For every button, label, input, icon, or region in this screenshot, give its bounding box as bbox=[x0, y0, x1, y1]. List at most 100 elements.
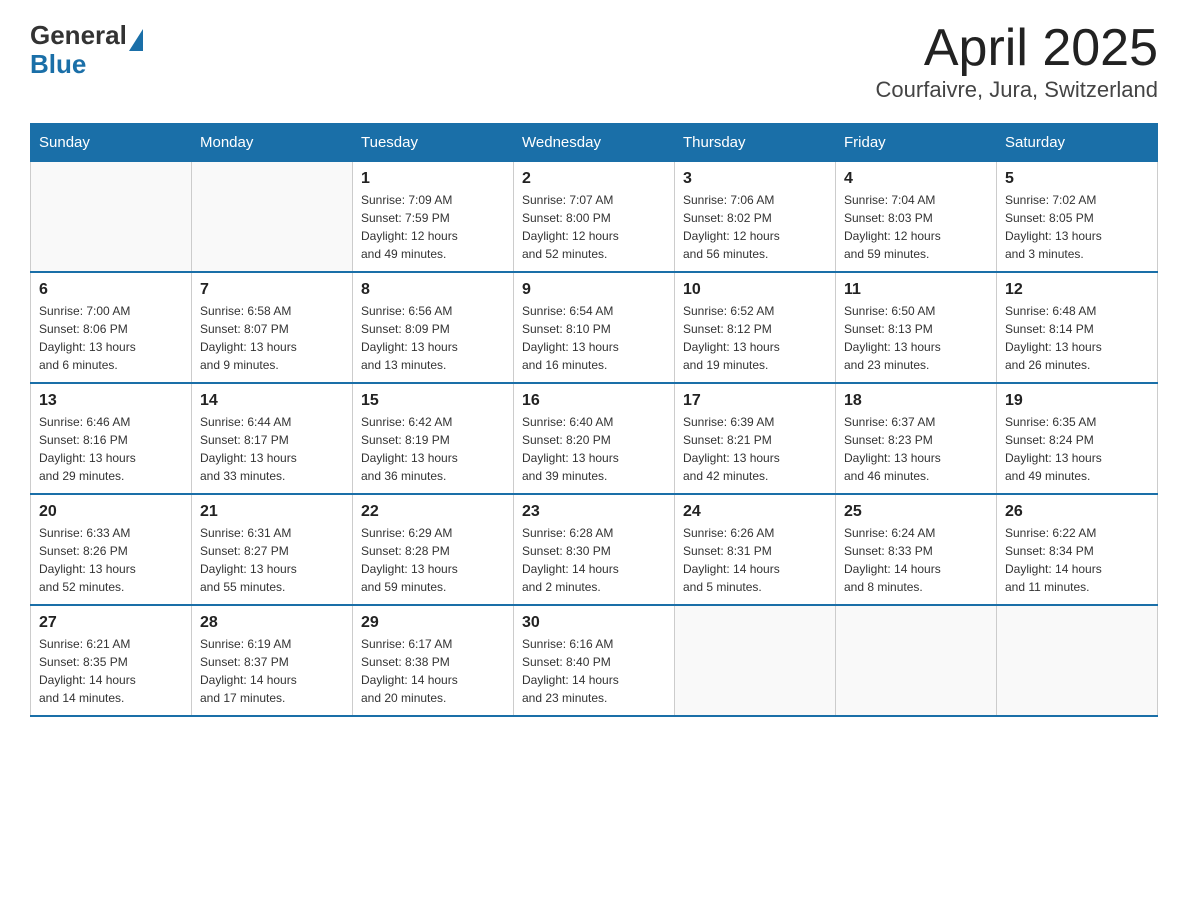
calendar-cell: 25Sunrise: 6:24 AM Sunset: 8:33 PM Dayli… bbox=[836, 494, 997, 605]
logo: General Blue bbox=[30, 20, 143, 77]
day-info: Sunrise: 6:52 AM Sunset: 8:12 PM Dayligh… bbox=[683, 302, 827, 374]
day-info: Sunrise: 6:39 AM Sunset: 8:21 PM Dayligh… bbox=[683, 413, 827, 485]
calendar-cell: 24 Sunrise: 6:26 AM Sunset: 8:31 PM Dayli… bbox=[675, 494, 836, 605]
day-info: Sunrise: 6:24 AM Sunset: 8:33 PM Dayligh… bbox=[844, 524, 988, 596]
logo-blue-text: Blue bbox=[30, 51, 143, 77]
day-number: 12 bbox=[1005, 281, 1149, 299]
calendar-cell: 23 Sunrise: 6:28 AM Sunset: 8:30 PM Dayli… bbox=[514, 494, 675, 605]
day-info: Sunrise: 7:02 AM Sunset: 8:05 PM Dayligh… bbox=[1005, 191, 1149, 263]
calendar-cell: 3 Sunrise: 7:06 AM Sunset: 8:02 PM Daylig… bbox=[675, 162, 836, 273]
day-number: 23 bbox=[522, 503, 666, 521]
day-number: 24 bbox=[683, 503, 827, 521]
day-number: 11 bbox=[844, 281, 988, 299]
day-info: Sunrise: 6:21 AM Sunset: 8:35 PM Dayligh… bbox=[39, 635, 183, 707]
calendar-cell: 15Sunrise: 6:42 AM Sunset: 8:19 PM Dayli… bbox=[353, 383, 514, 494]
day-number: 2 bbox=[522, 170, 666, 188]
day-number: 9 bbox=[522, 281, 666, 299]
day-number: 28 bbox=[200, 614, 344, 632]
day-number: 19 bbox=[1005, 392, 1149, 410]
calendar-cell: 4 Sunrise: 7:04 AM Sunset: 8:03 PM Daylig… bbox=[836, 162, 997, 273]
calendar-day-header: Wednesday bbox=[514, 124, 675, 162]
day-info: Sunrise: 6:26 AM Sunset: 8:31 PM Dayligh… bbox=[683, 524, 827, 596]
day-number: 5 bbox=[1005, 170, 1149, 188]
calendar-cell: 30 Sunrise: 6:16 AM Sunset: 8:40 PM Dayli… bbox=[514, 605, 675, 716]
calendar-cell: 12 Sunrise: 6:48 AM Sunset: 8:14 PM Dayli… bbox=[997, 272, 1158, 383]
calendar-day-header: Friday bbox=[836, 124, 997, 162]
calendar-cell: 21 Sunrise: 6:31 AM Sunset: 8:27 PM Dayli… bbox=[192, 494, 353, 605]
day-info: Sunrise: 7:09 AM Sunset: 7:59 PM Dayligh… bbox=[361, 191, 505, 263]
day-info: Sunrise: 6:31 AM Sunset: 8:27 PM Dayligh… bbox=[200, 524, 344, 596]
calendar-cell: 29Sunrise: 6:17 AM Sunset: 8:38 PM Dayli… bbox=[353, 605, 514, 716]
calendar-day-header: Sunday bbox=[31, 124, 192, 162]
calendar-day-header: Saturday bbox=[997, 124, 1158, 162]
calendar-header-row: SundayMondayTuesdayWednesdayThursdayFrid… bbox=[31, 124, 1158, 162]
calendar-cell: 19 Sunrise: 6:35 AM Sunset: 8:24 PM Dayli… bbox=[997, 383, 1158, 494]
calendar-cell: 5 Sunrise: 7:02 AM Sunset: 8:05 PM Daylig… bbox=[997, 162, 1158, 273]
day-number: 13 bbox=[39, 392, 183, 410]
day-info: Sunrise: 6:22 AM Sunset: 8:34 PM Dayligh… bbox=[1005, 524, 1149, 596]
day-number: 22 bbox=[361, 503, 505, 521]
page-header: General Blue April 2025 Courfaivre, Jura… bbox=[30, 20, 1158, 103]
day-info: Sunrise: 7:04 AM Sunset: 8:03 PM Dayligh… bbox=[844, 191, 988, 263]
calendar-cell bbox=[31, 162, 192, 273]
calendar-cell: 13 Sunrise: 6:46 AM Sunset: 8:16 PM Dayli… bbox=[31, 383, 192, 494]
day-info: Sunrise: 6:42 AM Sunset: 8:19 PM Dayligh… bbox=[361, 413, 505, 485]
day-number: 30 bbox=[522, 614, 666, 632]
calendar-cell bbox=[836, 605, 997, 716]
calendar-cell: 7 Sunrise: 6:58 AM Sunset: 8:07 PM Daylig… bbox=[192, 272, 353, 383]
day-number: 14 bbox=[200, 392, 344, 410]
day-number: 3 bbox=[683, 170, 827, 188]
calendar-day-header: Thursday bbox=[675, 124, 836, 162]
calendar-day-header: Tuesday bbox=[353, 124, 514, 162]
day-info: Sunrise: 6:56 AM Sunset: 8:09 PM Dayligh… bbox=[361, 302, 505, 374]
day-info: Sunrise: 6:19 AM Sunset: 8:37 PM Dayligh… bbox=[200, 635, 344, 707]
calendar-cell: 10 Sunrise: 6:52 AM Sunset: 8:12 PM Dayli… bbox=[675, 272, 836, 383]
calendar-cell: 6 Sunrise: 7:00 AM Sunset: 8:06 PM Daylig… bbox=[31, 272, 192, 383]
day-number: 20 bbox=[39, 503, 183, 521]
calendar-cell: 2 Sunrise: 7:07 AM Sunset: 8:00 PM Daylig… bbox=[514, 162, 675, 273]
calendar-cell: 17Sunrise: 6:39 AM Sunset: 8:21 PM Dayli… bbox=[675, 383, 836, 494]
calendar-cell bbox=[675, 605, 836, 716]
day-info: Sunrise: 6:16 AM Sunset: 8:40 PM Dayligh… bbox=[522, 635, 666, 707]
day-number: 26 bbox=[1005, 503, 1149, 521]
day-number: 4 bbox=[844, 170, 988, 188]
logo-triangle-icon bbox=[129, 29, 143, 51]
calendar-week-row: 20Sunrise: 6:33 AM Sunset: 8:26 PM Dayli… bbox=[31, 494, 1158, 605]
calendar-cell: 18 Sunrise: 6:37 AM Sunset: 8:23 PM Dayli… bbox=[836, 383, 997, 494]
page-title: April 2025 bbox=[876, 20, 1158, 77]
day-info: Sunrise: 6:50 AM Sunset: 8:13 PM Dayligh… bbox=[844, 302, 988, 374]
calendar-cell: 28 Sunrise: 6:19 AM Sunset: 8:37 PM Dayli… bbox=[192, 605, 353, 716]
day-number: 27 bbox=[39, 614, 183, 632]
logo-general-text: General bbox=[30, 20, 127, 51]
calendar-week-row: 6 Sunrise: 7:00 AM Sunset: 8:06 PM Daylig… bbox=[31, 272, 1158, 383]
calendar-table: SundayMondayTuesdayWednesdayThursdayFrid… bbox=[30, 123, 1158, 717]
day-number: 1 bbox=[361, 170, 505, 188]
day-info: Sunrise: 6:28 AM Sunset: 8:30 PM Dayligh… bbox=[522, 524, 666, 596]
calendar-week-row: 1 Sunrise: 7:09 AM Sunset: 7:59 PM Daylig… bbox=[31, 162, 1158, 273]
calendar-cell: 9 Sunrise: 6:54 AM Sunset: 8:10 PM Daylig… bbox=[514, 272, 675, 383]
day-number: 10 bbox=[683, 281, 827, 299]
day-number: 7 bbox=[200, 281, 344, 299]
day-info: Sunrise: 7:00 AM Sunset: 8:06 PM Dayligh… bbox=[39, 302, 183, 374]
day-info: Sunrise: 7:06 AM Sunset: 8:02 PM Dayligh… bbox=[683, 191, 827, 263]
day-info: Sunrise: 7:07 AM Sunset: 8:00 PM Dayligh… bbox=[522, 191, 666, 263]
calendar-cell: 27 Sunrise: 6:21 AM Sunset: 8:35 PM Dayli… bbox=[31, 605, 192, 716]
calendar-cell: 26 Sunrise: 6:22 AM Sunset: 8:34 PM Dayli… bbox=[997, 494, 1158, 605]
day-info: Sunrise: 6:48 AM Sunset: 8:14 PM Dayligh… bbox=[1005, 302, 1149, 374]
calendar-cell bbox=[997, 605, 1158, 716]
calendar-cell: 8Sunrise: 6:56 AM Sunset: 8:09 PM Daylig… bbox=[353, 272, 514, 383]
day-info: Sunrise: 6:35 AM Sunset: 8:24 PM Dayligh… bbox=[1005, 413, 1149, 485]
page-subtitle: Courfaivre, Jura, Switzerland bbox=[876, 77, 1158, 103]
day-info: Sunrise: 6:54 AM Sunset: 8:10 PM Dayligh… bbox=[522, 302, 666, 374]
day-info: Sunrise: 6:44 AM Sunset: 8:17 PM Dayligh… bbox=[200, 413, 344, 485]
day-info: Sunrise: 6:58 AM Sunset: 8:07 PM Dayligh… bbox=[200, 302, 344, 374]
day-info: Sunrise: 6:37 AM Sunset: 8:23 PM Dayligh… bbox=[844, 413, 988, 485]
calendar-cell: 20Sunrise: 6:33 AM Sunset: 8:26 PM Dayli… bbox=[31, 494, 192, 605]
day-number: 6 bbox=[39, 281, 183, 299]
calendar-cell bbox=[192, 162, 353, 273]
day-info: Sunrise: 6:46 AM Sunset: 8:16 PM Dayligh… bbox=[39, 413, 183, 485]
day-number: 21 bbox=[200, 503, 344, 521]
calendar-cell: 14 Sunrise: 6:44 AM Sunset: 8:17 PM Dayli… bbox=[192, 383, 353, 494]
day-number: 16 bbox=[522, 392, 666, 410]
day-number: 18 bbox=[844, 392, 988, 410]
